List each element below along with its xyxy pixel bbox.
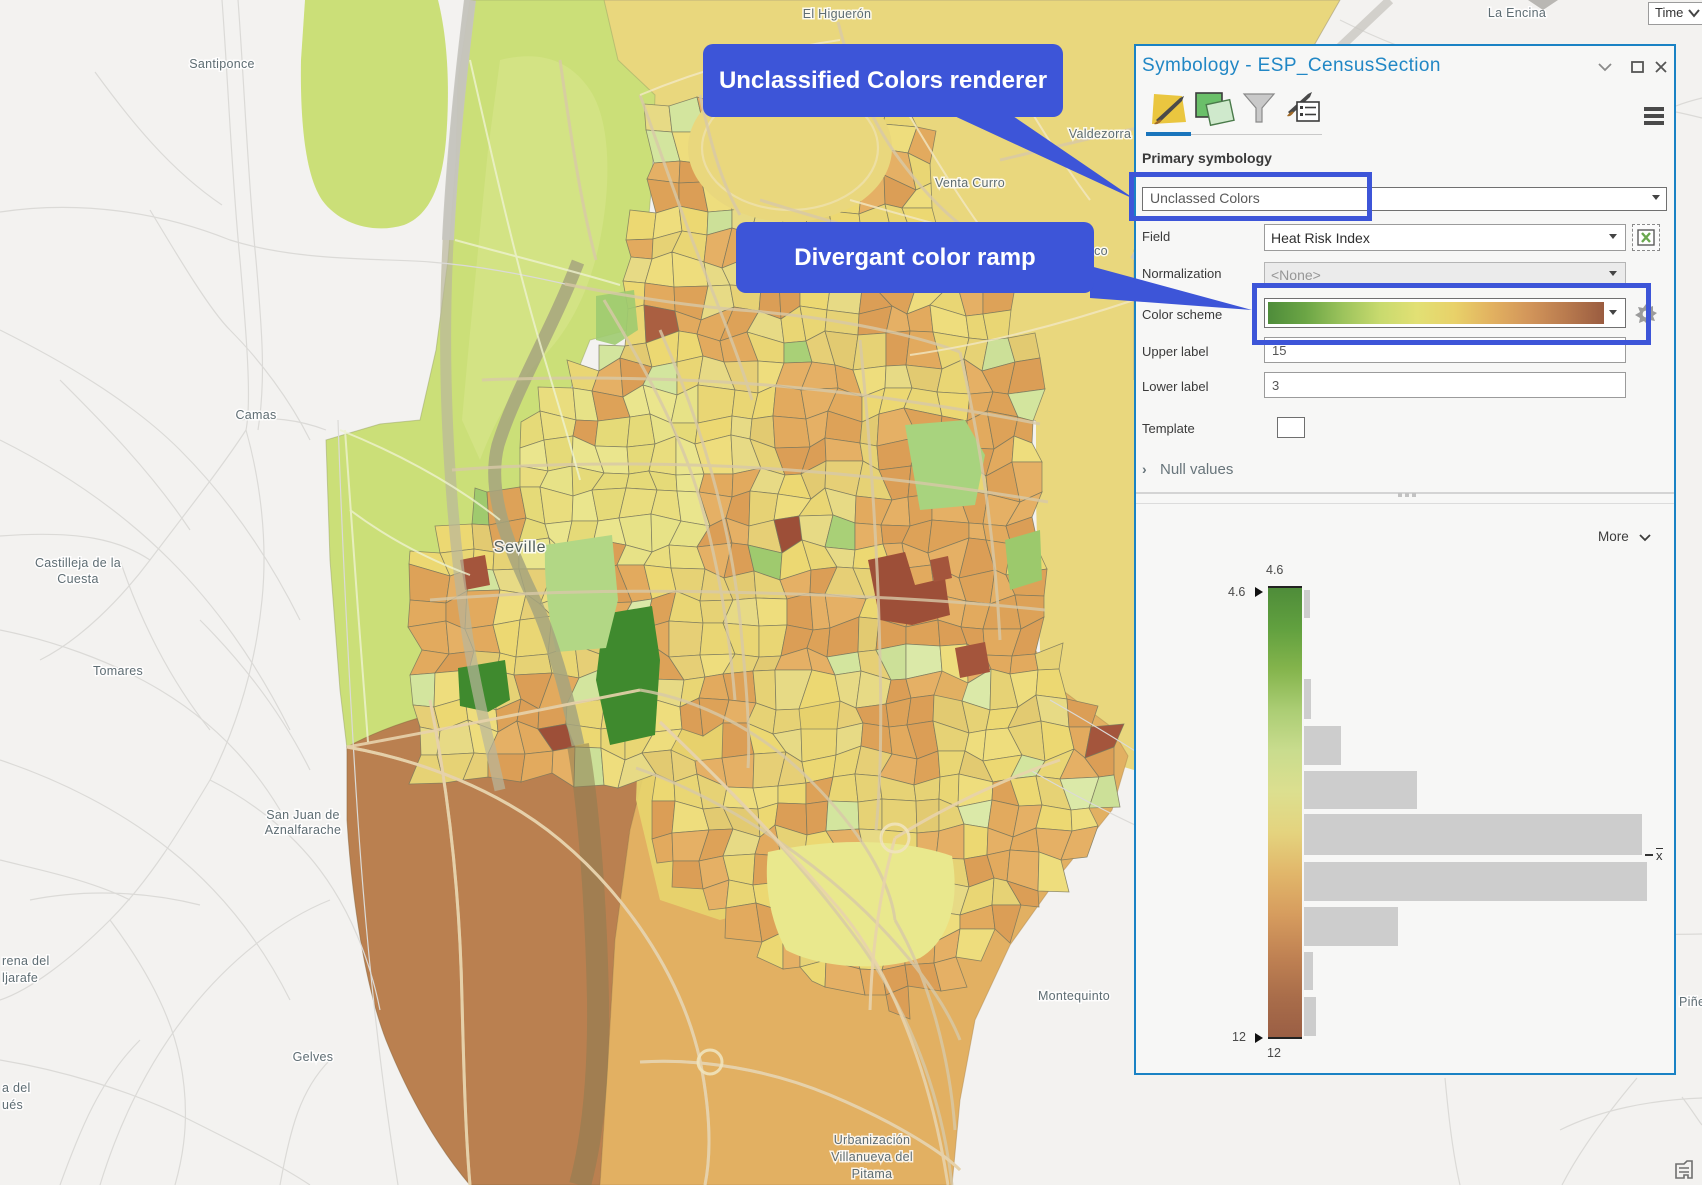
svg-text:El Higuerón: El Higuerón [803, 7, 872, 21]
svg-text:Venta Curro: Venta Curro [935, 176, 1005, 190]
svg-text:Santiponce: Santiponce [189, 57, 255, 71]
svg-text:Aznalfarache: Aznalfarache [265, 823, 342, 837]
svg-text:Seville: Seville [494, 539, 547, 556]
svg-text:Pitama: Pitama [852, 1167, 893, 1181]
svg-text:co: co [1094, 244, 1108, 258]
svg-text:ljarafe: ljarafe [2, 971, 38, 985]
svg-text:La Encina: La Encina [1488, 6, 1546, 20]
svg-text:Camas: Camas [235, 408, 276, 422]
svg-text:San Juan de: San Juan de [266, 808, 340, 822]
svg-text:ués: ués [2, 1098, 23, 1112]
svg-text:Gelves: Gelves [293, 1050, 334, 1064]
svg-text:Villanueva del: Villanueva del [831, 1150, 913, 1164]
svg-text:Urbanización: Urbanización [834, 1133, 911, 1147]
svg-text:Valdezorra: Valdezorra [1069, 127, 1132, 141]
svg-text:Cuesta: Cuesta [57, 572, 98, 586]
svg-text:Piñe: Piñe [1679, 995, 1702, 1009]
svg-text:Castilleja de la: Castilleja de la [35, 556, 121, 570]
svg-text:a del: a del [2, 1081, 31, 1095]
svg-text:rena del: rena del [2, 954, 50, 968]
svg-text:Tomares: Tomares [93, 664, 143, 678]
svg-text:Montequinto: Montequinto [1038, 989, 1110, 1003]
